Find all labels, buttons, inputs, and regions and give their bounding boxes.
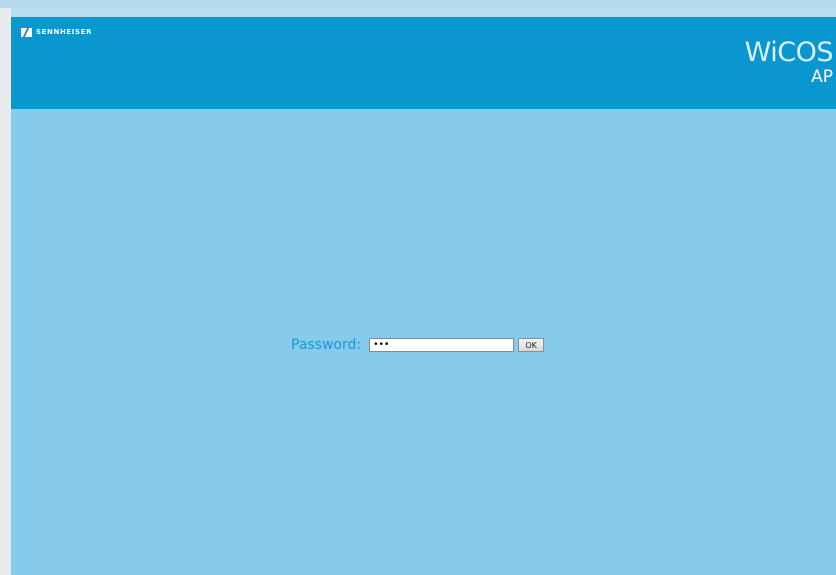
top-strip xyxy=(0,0,836,8)
product-brand: WiCOS AP xyxy=(733,37,834,99)
brand-name: WiCOS xyxy=(744,37,834,68)
left-edge xyxy=(0,8,11,575)
ok-button[interactable]: OK xyxy=(518,338,545,352)
header-lip xyxy=(11,8,836,17)
header-bar: SENNHEISER WiCOS AP xyxy=(11,17,836,109)
page: SENNHEISER WiCOS AP Password: ••• OK xyxy=(0,0,836,575)
sennheiser-logo-icon xyxy=(21,27,32,37)
password-label: Password: xyxy=(291,337,362,353)
password-input[interactable]: ••• xyxy=(369,338,515,352)
main-content: Password: ••• OK xyxy=(11,109,836,575)
sennheiser-logo: SENNHEISER xyxy=(21,26,92,38)
brand-subtitle: AP xyxy=(811,67,833,87)
logo-text: SENNHEISER xyxy=(36,28,92,36)
login-form: Password: ••• OK xyxy=(291,335,545,355)
